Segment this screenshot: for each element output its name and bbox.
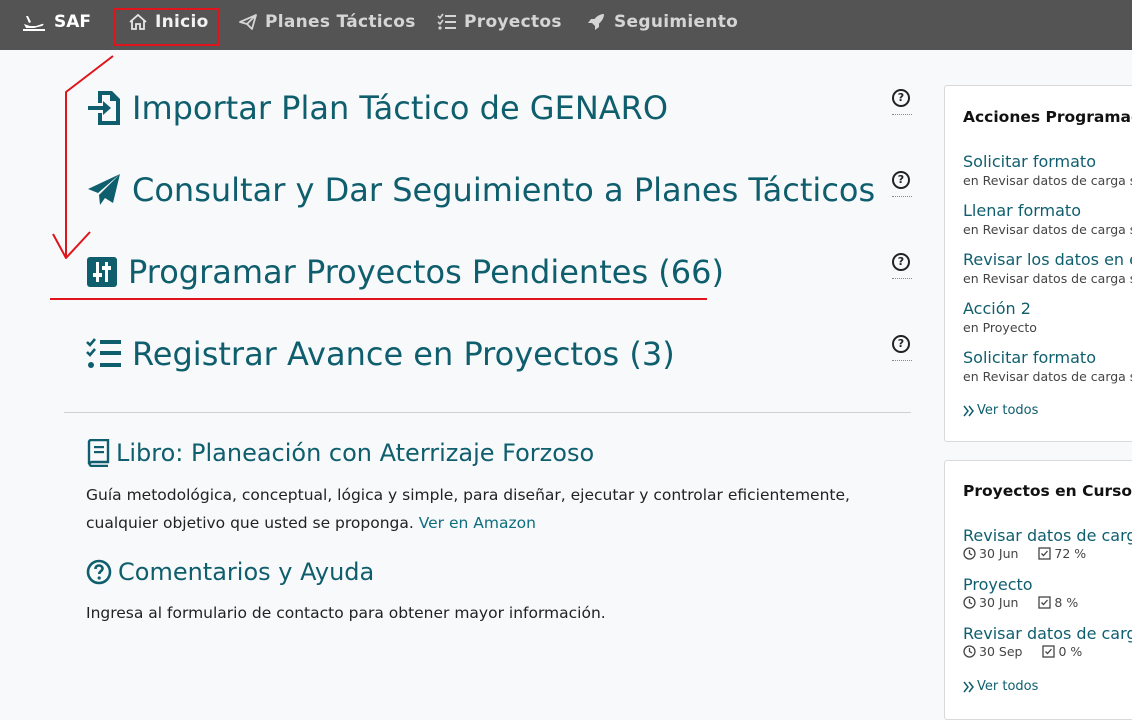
nav-inicio[interactable]: Inicio [128, 12, 209, 32]
tasks-icon [86, 338, 121, 368]
clock-icon [963, 547, 976, 560]
help-consultar[interactable]: ? [892, 171, 912, 197]
scheduled-see-all-link[interactable]: Ver todos [963, 403, 1038, 418]
checklist-icon [437, 13, 456, 30]
action-consultar-label: Consultar y Dar Seguimiento a Planes Tác… [132, 171, 876, 209]
action-registrar-avance[interactable]: Registrar Avance en Proyectos (3) [86, 335, 675, 373]
projects-see-all-label: Ver todos [977, 679, 1039, 694]
amazon-link[interactable]: Ver en Amazon [419, 514, 536, 532]
action-programar-proyectos[interactable]: Programar Proyectos Pendientes (66) [86, 253, 724, 291]
nav-planes-tacticos[interactable]: Planes Tácticos [238, 12, 416, 32]
plane-landing-icon [23, 16, 45, 31]
action-registrar-label: Registrar Avance en Proyectos (3) [132, 335, 675, 373]
nav-seguimiento[interactable]: Seguimiento [587, 12, 738, 32]
project-date: 30 Sep [979, 644, 1023, 659]
projects-see-all-link[interactable]: Ver todos [963, 679, 1038, 694]
help-importar[interactable]: ? [892, 89, 912, 115]
file-import-icon [88, 91, 120, 125]
project-date: 30 Jun [979, 546, 1019, 561]
annotation-arrow [52, 55, 114, 259]
nav-inicio-label: Inicio [155, 12, 209, 32]
check-square-icon [1042, 645, 1056, 658]
scheduled-item-sub: en Revisar datos de carga sal [963, 369, 1132, 384]
action-programar-label: Programar Proyectos Pendientes (66) [128, 253, 724, 291]
project-item-meta: 30 Sep 0 % [963, 644, 1082, 659]
question-icon: ? [892, 171, 910, 189]
top-navbar: SAF Inicio Planes Tácticos Proyectos Seg… [0, 0, 1132, 50]
help-description: Ingresa al formulario de contacto para o… [86, 599, 886, 627]
help-title: Comentarios y Ayuda [118, 558, 375, 586]
project-item-meta: 30 Jun 8 % [963, 595, 1078, 610]
book-icon [87, 439, 110, 467]
paper-plane-icon [88, 174, 120, 205]
sliders-icon [87, 257, 117, 287]
project-item-link[interactable]: Revisar datos de carga [963, 526, 1132, 545]
action-consultar-planes[interactable]: Consultar y Dar Seguimiento a Planes Tác… [86, 171, 875, 209]
action-importar-label: Importar Plan Táctico de GENARO [132, 89, 669, 127]
check-square-icon [1038, 596, 1052, 609]
nav-seguimiento-label: Seguimiento [614, 12, 739, 32]
project-progress: 72 % [1054, 546, 1087, 561]
scheduled-item-sub: en Revisar datos de carga sal [963, 173, 1132, 188]
nav-planes-label: Planes Tácticos [265, 12, 416, 32]
scheduled-see-all-label: Ver todos [977, 403, 1039, 418]
projects-in-progress-card: Proyectos en Curso Revisar datos de carg… [944, 460, 1132, 720]
clock-icon [963, 596, 976, 609]
scheduled-title: Acciones Programadas [963, 108, 1132, 126]
home-icon [129, 13, 147, 30]
scheduled-item-sub: en Revisar datos de carga sal [963, 222, 1132, 237]
book-title: Libro: Planeación con Aterrizaje Forzoso [116, 439, 595, 467]
clock-icon [963, 645, 976, 658]
brand[interactable]: SAF [22, 12, 91, 32]
scheduled-item-link[interactable]: Llenar formato [963, 201, 1081, 220]
project-item-meta: 30 Jun 72 % [963, 546, 1086, 561]
scheduled-item-link[interactable]: Acción 2 [963, 299, 1031, 318]
rocket-icon [588, 14, 604, 30]
help-heading: Comentarios y Ayuda [86, 558, 374, 586]
project-date: 30 Jun [979, 595, 1019, 610]
action-importar-plan[interactable]: Importar Plan Táctico de GENARO [86, 89, 668, 127]
projects-title: Proyectos en Curso [963, 482, 1132, 500]
project-item-link[interactable]: Proyecto [963, 575, 1033, 594]
scheduled-item-link[interactable]: Revisar los datos en el [963, 250, 1132, 269]
brand-name: SAF [54, 12, 92, 32]
question-icon: ? [892, 253, 910, 271]
help-registrar[interactable]: ? [892, 335, 912, 361]
project-progress: 0 % [1058, 644, 1083, 659]
paper-plane-icon [239, 14, 257, 30]
scheduled-item-link[interactable]: Solicitar formato [963, 152, 1096, 171]
scheduled-item-sub: en Revisar datos de carga sal [963, 271, 1132, 286]
double-chevron-right-icon [963, 681, 974, 692]
question-icon: ? [892, 335, 910, 353]
nav-proyectos[interactable]: Proyectos [437, 12, 562, 32]
double-chevron-right-icon [963, 405, 974, 416]
project-item-link[interactable]: Revisar datos de carga [963, 624, 1132, 643]
scheduled-item-link[interactable]: Solicitar formato [963, 348, 1096, 367]
check-square-icon [1038, 547, 1052, 560]
question-circle-icon [86, 559, 112, 585]
section-divider [64, 412, 911, 413]
question-icon: ? [892, 89, 910, 107]
project-progress: 8 % [1054, 595, 1079, 610]
scheduled-item-sub: en Proyecto [963, 320, 1037, 335]
book-heading: Libro: Planeación con Aterrizaje Forzoso [86, 439, 594, 467]
book-description: Guía metodológica, conceptual, lógica y … [86, 481, 886, 537]
help-text: Ingresa al formulario de contacto para o… [86, 604, 606, 622]
nav-proyectos-label: Proyectos [464, 12, 562, 32]
help-programar[interactable]: ? [892, 253, 912, 279]
scheduled-actions-card: Acciones Programadas Solicitar formato e… [944, 85, 1132, 442]
